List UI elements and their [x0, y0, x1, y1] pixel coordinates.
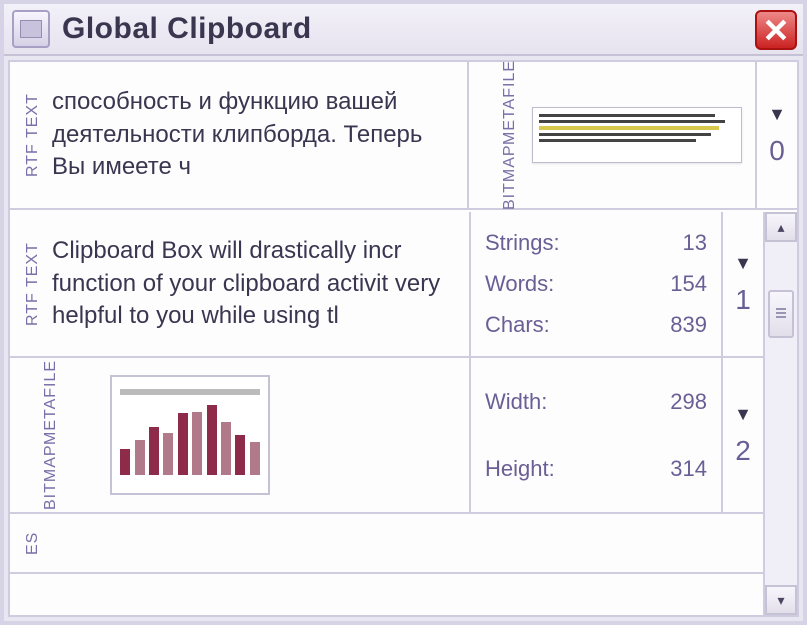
scroll-track[interactable] — [765, 242, 797, 585]
close-button[interactable] — [755, 10, 797, 50]
stat-key: Height: — [485, 456, 555, 482]
bar-chart-thumb — [110, 375, 270, 495]
current-clip-row: RTF TEXT способность и функцию вашей дея… — [10, 62, 797, 210]
current-clip-thumb[interactable] — [519, 62, 755, 208]
thumbnail-image — [532, 107, 742, 163]
clip-index: 1 — [735, 284, 751, 316]
expand-arrow-icon[interactable]: ▼ — [734, 404, 752, 425]
clip-row[interactable]: BITMAP METAFILE — [10, 358, 763, 514]
scroll-up-button[interactable]: ▴ — [765, 212, 797, 242]
clip-text: Clipboard Box will drastically incr func… — [42, 212, 469, 356]
stat-val: 314 — [670, 456, 707, 482]
stat-row: Strings: 13 — [485, 230, 707, 256]
clip-stats-col: Width: 298 Height: 314 — [469, 358, 721, 512]
clip-index: 0 — [769, 135, 785, 167]
current-clip-text[interactable]: способность и функцию вашей деятельности… — [42, 62, 467, 208]
format-label-bitmap: BITMAP METAFILE — [10, 358, 60, 512]
stat-key: Width: — [485, 389, 547, 415]
titlebar[interactable]: Global Clipboard — [4, 4, 803, 56]
format-label-bitmap: BITMAP METAFILE — [469, 62, 519, 208]
current-clip-left: RTF TEXT способность и функцию вашей дея… — [10, 62, 467, 208]
body: RTF TEXT способность и функцию вашей дея… — [8, 60, 799, 617]
close-icon — [765, 19, 787, 41]
stat-row: Width: 298 — [485, 389, 707, 415]
window-title: Global Clipboard — [62, 12, 312, 46]
clip-list: RTF TEXT Clipboard Box will drastically … — [10, 212, 763, 615]
app-icon — [12, 10, 50, 48]
index-col-0: ▼ 0 — [755, 62, 797, 208]
stat-row: Chars: 839 — [485, 312, 707, 338]
app-window: Global Clipboard RTF TEXT способность и … — [0, 0, 807, 625]
stat-key: Strings: — [485, 230, 560, 256]
scrollbar: ▴ ▾ — [763, 212, 797, 615]
clip-stats-col: Strings: 13 Words: 154 Chars: 839 — [469, 212, 721, 356]
scroll-thumb[interactable] — [768, 290, 794, 338]
stat-row: Height: 314 — [485, 456, 707, 482]
format-label: ES — [10, 514, 42, 572]
clip-text — [42, 514, 763, 572]
expand-arrow-icon[interactable]: ▼ — [768, 104, 786, 125]
current-clip-right: BITMAP METAFILE ▼ 0 — [467, 62, 797, 208]
expand-arrow-icon[interactable]: ▼ — [734, 253, 752, 274]
format-label-rtf: RTF TEXT — [10, 62, 42, 208]
stat-val: 298 — [670, 389, 707, 415]
chevron-up-icon: ▴ — [777, 219, 784, 236]
stat-val: 13 — [683, 230, 707, 256]
chevron-down-icon: ▾ — [777, 592, 784, 609]
clip-row[interactable]: ES — [10, 514, 763, 574]
stat-val: 154 — [670, 271, 707, 297]
stat-val: 839 — [670, 312, 707, 338]
scroll-down-button[interactable]: ▾ — [765, 585, 797, 615]
stat-key: Words: — [485, 271, 554, 297]
stat-row: Words: 154 — [485, 271, 707, 297]
clip-index: 2 — [735, 435, 751, 467]
index-col: ▼ 2 — [721, 358, 763, 512]
format-label-rtf: RTF TEXT — [10, 212, 42, 356]
clip-image-preview — [60, 358, 469, 512]
clip-row[interactable]: RTF TEXT Clipboard Box will drastically … — [10, 212, 763, 358]
stat-key: Chars: — [485, 312, 550, 338]
index-col: ▼ 1 — [721, 212, 763, 356]
